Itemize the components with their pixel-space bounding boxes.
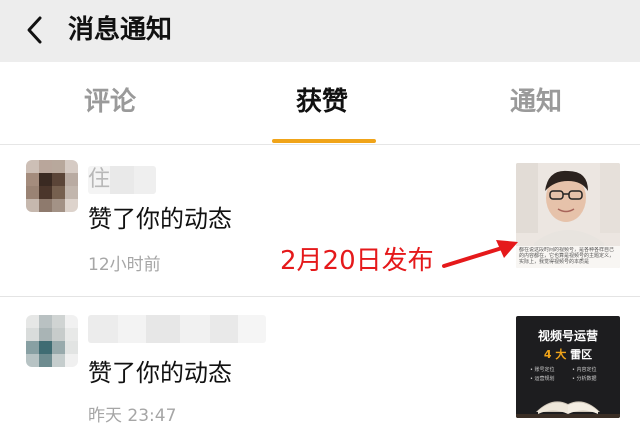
tab-likes[interactable]: 获赞 xyxy=(296,84,348,120)
username-visible-char: 住 xyxy=(88,167,111,192)
notification-action-text: 赞了你的动态 xyxy=(88,359,232,387)
annotation-text: 2月20日发布 xyxy=(280,246,434,276)
active-tab-indicator xyxy=(272,139,376,143)
book-illustration xyxy=(516,401,620,418)
thumbnail-caption: 都在说这段时间的视频号，是各种各样自己的内容都在，它也算是视频号的主题定义，实际… xyxy=(519,247,615,265)
notification-time: 12小时前 xyxy=(88,255,161,275)
notification-time: 昨天 23:47 xyxy=(88,406,177,426)
notification-action-text: 赞了你的动态 xyxy=(88,205,232,233)
post-thumbnail[interactable]: 视频号运营 4 大 雷区 • 账号定位 • 内容定位 • 运营规划 • 分析数据 xyxy=(516,316,620,418)
thumbnail-title: 视频号运营 xyxy=(537,329,598,343)
list-item[interactable]: 赞了你的动态 昨天 23:47 视频号运营 4 大 雷区 • 账号定位 • 内容… xyxy=(0,297,640,446)
tab-comments[interactable]: 评论 xyxy=(84,84,136,120)
chevron-left-icon xyxy=(27,16,42,44)
back-button[interactable] xyxy=(18,12,54,48)
post-thumbnail[interactable]: 都在说这段时间的视频号，是各种各样自己的内容都在，它也算是视频号的主题定义，实际… xyxy=(516,163,620,268)
thumbnail-subtitle-number: 4 xyxy=(543,348,552,361)
nav-header: 消息通知 xyxy=(0,0,640,62)
thumbnail-bullet: • 账号定位 xyxy=(530,367,555,373)
avatar[interactable] xyxy=(26,315,78,367)
thumbnail-subtitle-word: 大 xyxy=(555,348,567,361)
page-title: 消息通知 xyxy=(68,15,173,45)
username-blurred[interactable]: 住 xyxy=(88,166,156,194)
tab-notifications[interactable]: 通知 xyxy=(510,84,562,120)
tab-bar: 评论 获赞 通知 xyxy=(0,62,640,144)
thumbnail-subtitle-rest: 雷区 xyxy=(570,348,593,361)
thumbnail-bullet: • 内容定位 xyxy=(572,367,597,373)
avatar[interactable] xyxy=(26,160,78,212)
username-blurred[interactable] xyxy=(88,315,266,343)
arrow-icon xyxy=(442,240,518,268)
thumbnail-subtitle: 4 大 雷区 xyxy=(516,348,620,362)
